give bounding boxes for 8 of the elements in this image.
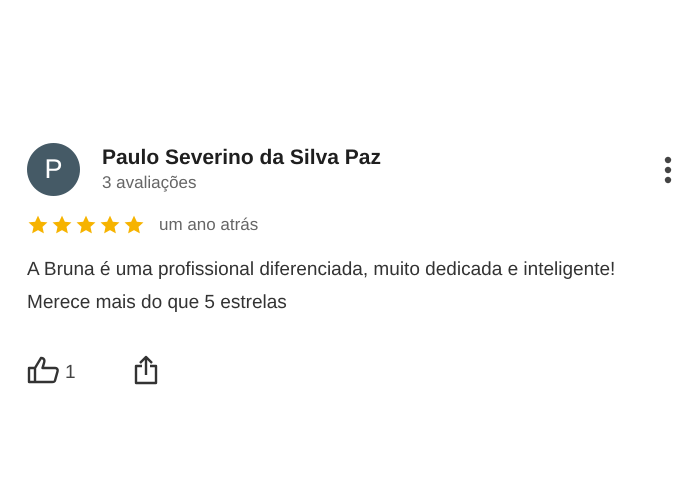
share-button[interactable] [134,355,158,385]
review-time: um ano atrás [159,215,258,235]
like-button[interactable]: 1 [27,356,76,384]
review-count: 3 avaliações [102,173,198,193]
avatar: P [27,143,80,196]
review-text: A Bruna é uma profissional diferenciada, muito dedicada e inteligente! Merece mais do que 5 estrelas [27,258,616,315]
more-options-button[interactable] [664,156,672,184]
author-name[interactable]: Paulo Severino da Silva Paz [102,146,664,170]
